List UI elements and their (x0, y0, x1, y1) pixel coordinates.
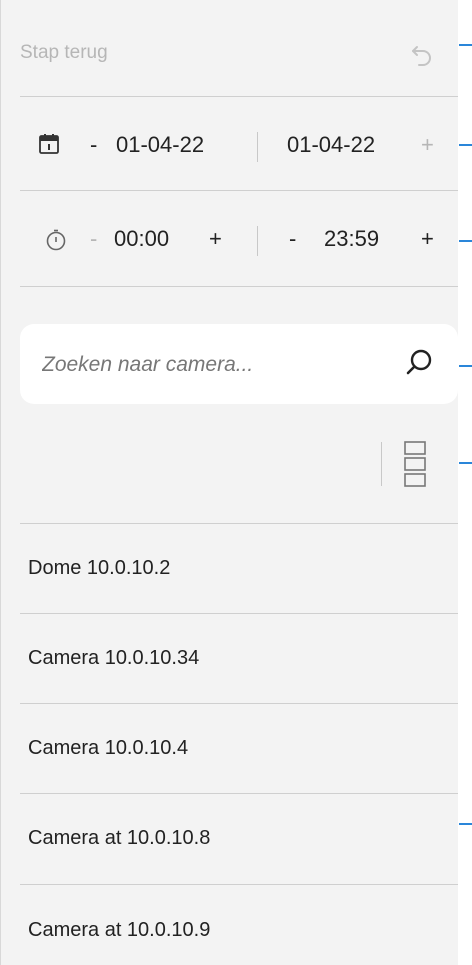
camera-label: Camera at 10.0.10.8 (28, 827, 211, 849)
start-time-decrement[interactable]: - (90, 226, 97, 252)
start-time-increment[interactable]: + (209, 226, 222, 252)
date-range: - 01-04-22 01-04-22 + (1, 122, 458, 172)
start-time-value[interactable]: 00:00 (114, 226, 169, 252)
search-box (20, 324, 458, 404)
callout-marker (459, 365, 472, 367)
divider (381, 442, 382, 486)
list-item[interactable]: Dome 10.0.10.2 (1, 524, 458, 613)
list-item[interactable]: Camera 10.0.10.4 (1, 704, 458, 793)
divider (20, 286, 458, 287)
divider (20, 96, 458, 97)
camera-panel: Stap terug - 01-04-22 01-04-22 + - 00:00… (0, 0, 458, 965)
callout-marker (459, 240, 472, 242)
list-view-icon[interactable] (403, 440, 427, 493)
undo-button[interactable]: Stap terug (1, 28, 458, 78)
callout-marker (459, 144, 472, 146)
callout-marker (459, 462, 472, 464)
end-date-increment[interactable]: + (421, 132, 434, 158)
divider (257, 226, 258, 256)
list-item[interactable]: Camera at 10.0.10.8 (1, 794, 458, 884)
divider (257, 132, 258, 162)
end-time-value[interactable]: 23:59 (324, 226, 379, 252)
callout-marker (459, 44, 472, 46)
camera-label: Camera 10.0.10.34 (28, 647, 200, 669)
start-date-decrement[interactable]: - (90, 132, 97, 158)
list-item[interactable]: Camera at 10.0.10.9 (1, 885, 458, 965)
search-icon[interactable] (404, 348, 434, 383)
end-date-value[interactable]: 01-04-22 (287, 132, 375, 158)
camera-label: Dome 10.0.10.2 (28, 557, 171, 579)
stopwatch-icon (45, 228, 67, 257)
undo-label: Stap terug (20, 42, 108, 63)
start-date-value[interactable]: 01-04-22 (116, 132, 204, 158)
end-time-increment[interactable]: + (421, 226, 434, 252)
time-range: - 00:00 + - 23:59 + (1, 216, 458, 266)
undo-icon (408, 40, 436, 73)
callout-marker (459, 823, 472, 825)
end-time-decrement[interactable]: - (289, 226, 296, 252)
camera-label: Camera at 10.0.10.9 (28, 919, 211, 941)
divider (20, 190, 458, 191)
list-item[interactable]: Camera 10.0.10.34 (1, 614, 458, 703)
calendar-icon[interactable] (37, 132, 61, 161)
search-input[interactable] (40, 346, 384, 384)
camera-label: Camera 10.0.10.4 (28, 737, 189, 759)
